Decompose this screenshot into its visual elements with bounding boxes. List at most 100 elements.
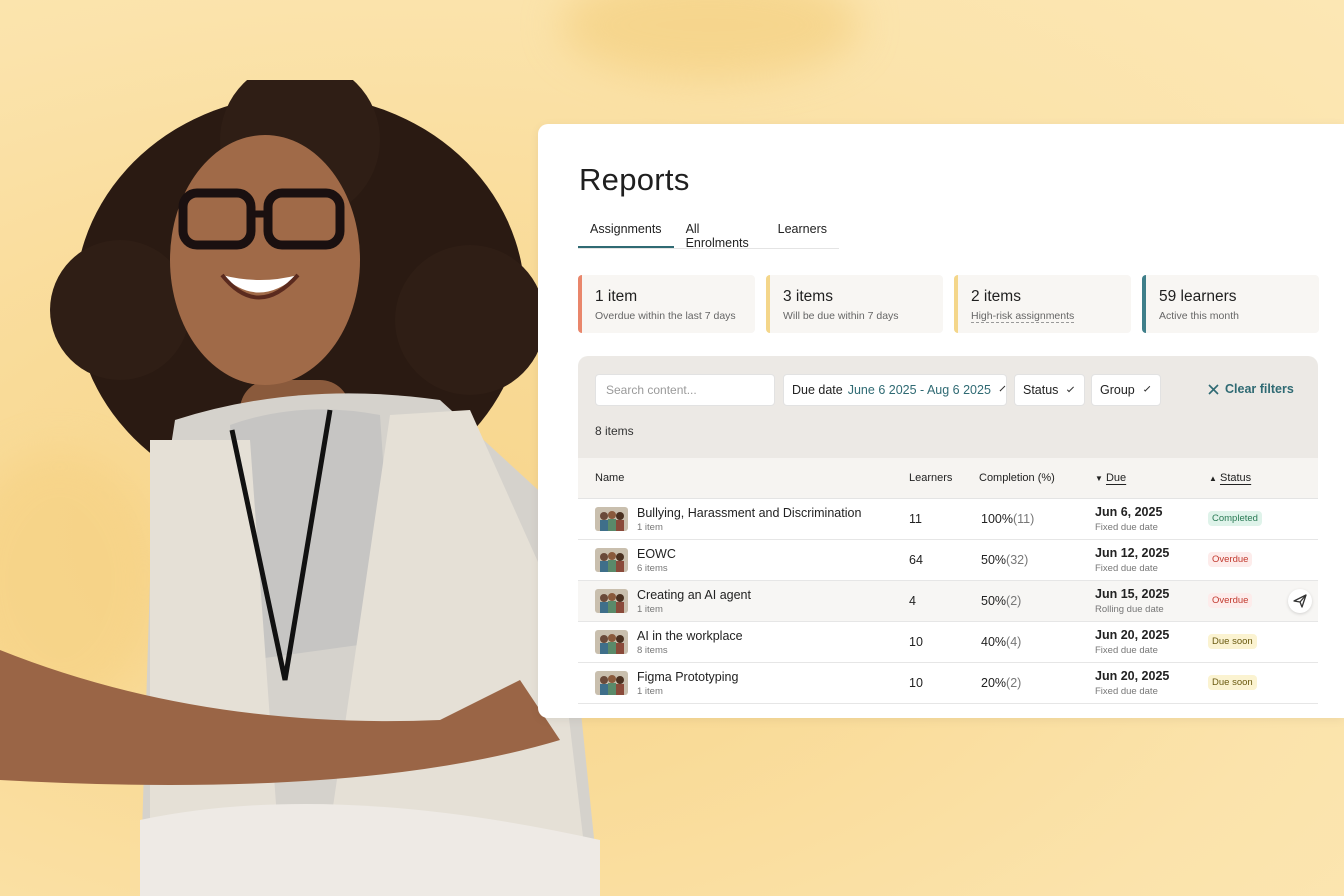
completion-percent: 100% — [981, 512, 1013, 526]
completion: 50%(32) — [981, 553, 1028, 567]
table-header: Name Learners Completion (%) ▼ Due ▲ Sta… — [578, 458, 1318, 499]
column-header-learners[interactable]: Learners — [909, 472, 952, 484]
learner-count: 11 — [909, 512, 922, 526]
column-header-name[interactable]: Name — [595, 472, 624, 484]
completion: 50%(2) — [981, 594, 1021, 608]
learner-count: 64 — [909, 553, 923, 567]
course-item-count: 8 items — [637, 645, 668, 656]
completion-percent: 50% — [981, 594, 1007, 608]
completion-percent: 20% — [981, 676, 1007, 690]
sort-desc-icon: ▼ — [1095, 474, 1103, 483]
stat-card-due-soon[interactable]: 3 items Will be due within 7 days — [766, 275, 943, 333]
due-date-filter-label: Due date — [792, 383, 843, 397]
send-reminder-button[interactable] — [1288, 589, 1312, 613]
page-title: Reports — [579, 162, 690, 197]
assignments-table: Name Learners Completion (%) ▼ Due ▲ Sta… — [578, 458, 1318, 704]
due-date: Jun 6, 2025 — [1095, 505, 1163, 519]
column-header-due[interactable]: ▼ Due — [1095, 472, 1126, 484]
group-filter[interactable]: Group — [1091, 374, 1161, 406]
column-header-status[interactable]: ▲ Status — [1209, 472, 1251, 484]
tab-all-enrolments[interactable]: All Enrolments — [674, 212, 766, 250]
completion-count: (2) — [1006, 594, 1022, 608]
due-date: Jun 12, 2025 — [1095, 546, 1170, 560]
completion: 40%(4) — [981, 635, 1021, 649]
status-badge: Due soon — [1208, 675, 1257, 690]
due-date: Jun 15, 2025 — [1095, 587, 1170, 601]
tab-learners[interactable]: Learners — [766, 212, 839, 248]
completion-count: (4) — [1006, 635, 1022, 649]
status-badge: Overdue — [1208, 552, 1253, 567]
due-date: Jun 20, 2025 — [1095, 628, 1170, 642]
group-filter-label: Group — [1100, 383, 1135, 397]
reports-panel: Reports Assignments All Enrolments Learn… — [538, 124, 1344, 718]
stat-value: 1 item — [595, 288, 638, 305]
course-name[interactable]: Bullying, Harassment and Discrimination — [637, 506, 861, 520]
high-risk-link[interactable]: High-risk assignments — [971, 310, 1074, 322]
table-row[interactable]: Bullying, Harassment and Discrimination … — [578, 499, 1318, 540]
completion-percent: 40% — [981, 635, 1007, 649]
due-date-type: Rolling due date — [1095, 604, 1164, 615]
stat-label: Active this month — [1159, 310, 1239, 322]
completion-count: (32) — [1006, 553, 1029, 567]
stat-accent-bar — [1142, 275, 1146, 333]
stat-value: 3 items — [783, 288, 833, 305]
course-thumbnail — [595, 630, 628, 654]
due-date-type: Fixed due date — [1095, 686, 1158, 697]
status-badge: Due soon — [1208, 634, 1257, 649]
stat-label: Will be due within 7 days — [783, 310, 899, 322]
table-row[interactable]: EOWC 6 items 64 50%(32) Jun 12, 2025 Fix… — [578, 540, 1318, 581]
course-name[interactable]: AI in the workplace — [637, 629, 743, 643]
course-name[interactable]: Figma Prototyping — [637, 670, 738, 684]
completion-percent: 50% — [981, 553, 1007, 567]
stat-accent-bar — [578, 275, 582, 333]
stat-card-active-learners[interactable]: 59 learners Active this month — [1142, 275, 1319, 333]
smiling-woman-photo — [0, 80, 600, 896]
stat-card-high-risk[interactable]: 2 items High-risk assignments — [954, 275, 1131, 333]
table-row[interactable]: Creating an AI agent 1 item 4 50%(2) Jun… — [578, 581, 1318, 622]
status-badge: Completed — [1208, 511, 1262, 526]
course-thumbnail — [595, 548, 628, 572]
stat-label: Overdue within the last 7 days — [595, 310, 736, 322]
stat-value: 59 learners — [1159, 288, 1237, 305]
learner-count: 10 — [909, 635, 923, 649]
filter-bar: Search content... Due date June 6 2025 -… — [578, 356, 1318, 458]
table-row[interactable]: Figma Prototyping 1 item 10 20%(2) Jun 2… — [578, 663, 1318, 704]
column-header-due-label: Due — [1105, 472, 1127, 484]
completion-count: (11) — [1012, 512, 1035, 526]
table-row[interactable]: AI in the workplace 8 items 10 40%(4) Ju… — [578, 622, 1318, 663]
course-item-count: 6 items — [637, 563, 668, 574]
stat-accent-bar — [954, 275, 958, 333]
stat-card-overdue[interactable]: 1 item Overdue within the last 7 days — [578, 275, 755, 333]
search-input[interactable]: Search content... — [595, 374, 775, 406]
background-blob — [560, 0, 860, 80]
course-item-count: 1 item — [637, 604, 663, 615]
tab-assignments[interactable]: Assignments — [578, 212, 674, 248]
status-filter[interactable]: Status — [1014, 374, 1085, 406]
completion-count: (2) — [1006, 676, 1022, 690]
completion: 100%(11) — [981, 512, 1034, 526]
course-thumbnail — [595, 589, 628, 613]
due-date-type: Fixed due date — [1095, 522, 1158, 533]
course-item-count: 1 item — [637, 522, 663, 533]
column-header-completion[interactable]: Completion (%) — [979, 472, 1055, 484]
course-name[interactable]: Creating an AI agent — [637, 588, 751, 602]
stat-accent-bar — [766, 275, 770, 333]
course-thumbnail — [595, 507, 628, 531]
sort-asc-icon: ▲ — [1209, 474, 1217, 483]
stat-cards: 1 item Overdue within the last 7 days 3 … — [578, 275, 1319, 333]
chevron-down-icon — [1067, 384, 1075, 392]
chevron-down-icon — [999, 385, 1006, 391]
clear-filters-label: Clear filters — [1225, 382, 1294, 396]
completion: 20%(2) — [981, 676, 1021, 690]
close-icon — [1208, 383, 1219, 395]
clear-filters-button[interactable]: Clear filters — [1208, 382, 1294, 396]
due-date-filter[interactable]: Due date June 6 2025 - Aug 6 2025 — [783, 374, 1007, 406]
learner-count: 4 — [909, 594, 916, 608]
status-badge: Overdue — [1208, 593, 1253, 608]
due-date-type: Fixed due date — [1095, 645, 1158, 656]
stat-value: 2 items — [971, 288, 1021, 305]
tab-bar: Assignments All Enrolments Learners — [578, 212, 839, 250]
course-name[interactable]: EOWC — [637, 547, 676, 561]
status-filter-label: Status — [1023, 383, 1059, 397]
column-header-status-label: Status — [1219, 472, 1252, 484]
